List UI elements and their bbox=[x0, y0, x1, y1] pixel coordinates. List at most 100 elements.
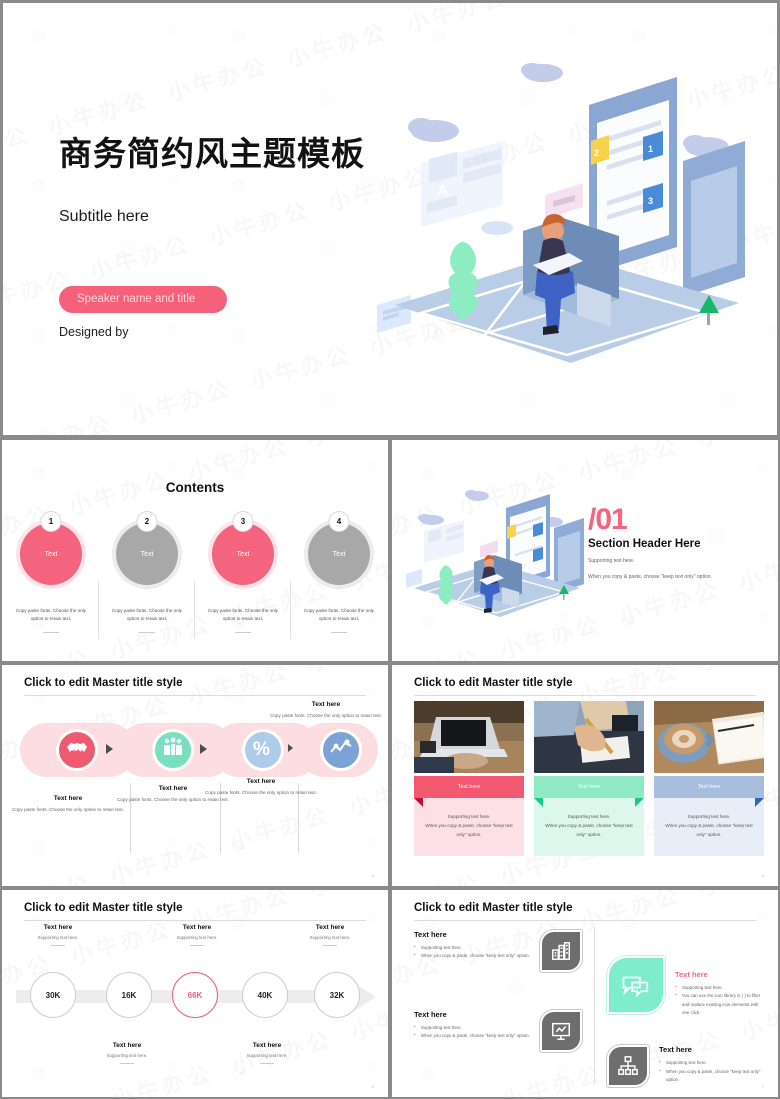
slide-3-section-header[interactable]: 小牛办公 小牛办公 小牛办公 小牛办公 小牛办公 小牛办公 小牛办公 小牛办公 … bbox=[390, 438, 780, 663]
contents-item-2[interactable]: Text 2 Copy paste fonts. Choose the only… bbox=[103, 511, 195, 639]
process-step-3[interactable]: % bbox=[242, 729, 284, 771]
process-step-2[interactable] bbox=[152, 729, 194, 771]
slide-number: 6 bbox=[371, 1084, 374, 1089]
icon-block-text: Text here Supporting text here. You can … bbox=[675, 956, 764, 1017]
process-arrow bbox=[106, 744, 113, 754]
icon-block-3[interactable]: Text here Supporting text here. When you… bbox=[607, 1045, 764, 1088]
card-bar-label: Text here bbox=[534, 776, 644, 807]
contents-circle-row: Text 1 Copy paste fonts. Choose the only… bbox=[2, 511, 388, 639]
contents-number-badge: 1 bbox=[40, 511, 62, 532]
slide-number: 4 bbox=[371, 873, 374, 878]
laptop-desk-photo bbox=[414, 701, 524, 773]
contents-item-4[interactable]: Text 4 Copy paste fonts. Choose the only… bbox=[295, 511, 383, 633]
contents-description: Copy paste fonts. Choose the only option… bbox=[111, 608, 183, 621]
column-separator bbox=[594, 926, 595, 1085]
contents-item-3[interactable]: Text 3 Copy paste fonts. Choose the only… bbox=[199, 511, 291, 639]
timeline-node-1[interactable]: 30K bbox=[30, 972, 78, 1018]
bullet: You can use the icon library in ( ) to f… bbox=[675, 991, 764, 1017]
block-bullets: Supporting text here. You can use the ic… bbox=[675, 983, 764, 1017]
timeline-node-5[interactable]: 32K bbox=[314, 972, 362, 1018]
caption-title: Text here bbox=[252, 1042, 282, 1049]
illus-note-1: 1 bbox=[648, 144, 653, 154]
slide-1-title[interactable]: 小牛办公 小牛办公 小牛办公 小牛办公 小牛办公 小牛办公 小牛办公 小牛办公 … bbox=[0, 0, 780, 438]
page-title: 商务简约风主题模板 bbox=[59, 135, 365, 172]
timeline-caption-bottom-1: Text here Supporting text here. bbox=[67, 1042, 187, 1064]
coffee-notebook-photo bbox=[654, 701, 764, 773]
card-bar-label: Text here bbox=[654, 776, 764, 807]
card-line-1: Supporting text here. bbox=[567, 814, 611, 819]
section-isometric-illustration bbox=[406, 486, 596, 626]
process-caption-3: Text here Copy paste fonts. Choose the o… bbox=[205, 778, 317, 797]
contents-circle: Text bbox=[212, 523, 274, 585]
caption-desc: Copy paste fonts. Choose the only option… bbox=[117, 797, 229, 802]
timeline-value: 66K bbox=[172, 972, 218, 1018]
illus-note-2: 2 bbox=[594, 148, 599, 158]
title-divider bbox=[24, 920, 366, 921]
block-title: Text here bbox=[675, 970, 708, 979]
svg-text:%: % bbox=[253, 739, 270, 760]
caption-desc: Supporting text here. bbox=[246, 1053, 288, 1058]
process-caption-4: Text here Copy paste fonts. Choose the o… bbox=[270, 701, 382, 720]
trend-chart-icon bbox=[329, 736, 353, 765]
contents-circle: Text bbox=[20, 523, 82, 585]
timeline-track: 30K 16K 66K 40K 32K bbox=[2, 970, 388, 1022]
divider bbox=[139, 631, 155, 633]
card-bar-label: Text here bbox=[414, 776, 524, 807]
slide-2-contents[interactable]: 小牛办公 小牛办公 小牛办公 小牛办公 小牛办公 小牛办公 小牛办公 小牛办公 … bbox=[0, 438, 390, 663]
icon-block-2[interactable]: Text here Supporting text here. When you… bbox=[414, 1010, 582, 1052]
slide-number: 5 bbox=[761, 873, 764, 878]
contents-circle: Text bbox=[116, 523, 178, 585]
bullet: Supporting text here. bbox=[414, 943, 530, 952]
caption-title: Text here bbox=[246, 778, 276, 785]
page-title: Click to edit Master title style bbox=[414, 902, 573, 914]
slide-5-photo-cards[interactable]: 小牛办公 小牛办公 小牛办公 小牛办公 小牛办公 小牛办公 小牛办公 小牛办公 … bbox=[390, 663, 780, 888]
bullet: When you copy & paste, choose "keep text… bbox=[659, 1067, 764, 1085]
speaker-pill[interactable]: Speaker name and title bbox=[59, 285, 227, 313]
photo-card-1[interactable]: Text here Supporting text here. When you… bbox=[414, 701, 524, 856]
card-line-3: only" option. bbox=[576, 832, 602, 838]
icon-block-1[interactable]: Text here Supporting text here. When you… bbox=[414, 930, 582, 972]
timeline-node-3[interactable]: 66K bbox=[172, 972, 220, 1018]
icon-block-highlight[interactable]: Text here Supporting text here. You can … bbox=[607, 956, 764, 1017]
contents-description: Copy paste fonts. Choose the only option… bbox=[15, 608, 87, 621]
designed-by-label: Designed by bbox=[59, 324, 129, 339]
caption-desc: Copy paste fonts. Choose the only option… bbox=[270, 713, 382, 718]
team-icon bbox=[161, 736, 185, 765]
slide-number: 7 bbox=[761, 1084, 764, 1089]
process-step-4[interactable] bbox=[320, 729, 362, 771]
section-supporting-2: When you copy & paste, choose "keep text… bbox=[588, 574, 712, 580]
contents-number-badge: 3 bbox=[232, 511, 254, 532]
card-line-1: Supporting text here. bbox=[687, 814, 731, 819]
contents-item-1[interactable]: Text 1 Copy paste fonts. Choose the only… bbox=[7, 511, 99, 639]
card-line-2: When you copy & paste, choose "keep text bbox=[665, 823, 753, 829]
caption-title: Text here bbox=[182, 924, 212, 931]
timeline-node-4[interactable]: 40K bbox=[242, 972, 290, 1018]
slide7-left-column: Text here Supporting text here. When you… bbox=[414, 926, 582, 1085]
icon-block-text: Text here Supporting text here. When you… bbox=[414, 930, 530, 961]
caption-desc: Supporting text here. bbox=[176, 935, 218, 940]
caption-title: Text here bbox=[43, 924, 73, 931]
photo-card-2[interactable]: Text here Supporting text here. When you… bbox=[534, 701, 644, 856]
bullet: Supporting text here. bbox=[675, 983, 764, 992]
slide-6-timeline[interactable]: 小牛办公 小牛办公 小牛办公 小牛办公 小牛办公 小牛办公 小牛办公 小牛办公 … bbox=[0, 888, 390, 1099]
slide-7-icon-blocks[interactable]: 小牛办公 小牛办公 小牛办公 小牛办公 小牛办公 小牛办公 小牛办公 小牛办公 … bbox=[390, 888, 780, 1099]
handshake-icon bbox=[65, 736, 89, 765]
divider bbox=[43, 631, 59, 633]
page-title: Click to edit Master title style bbox=[24, 677, 183, 689]
slide-4-process[interactable]: 小牛办公 小牛办公 小牛办公 小牛办公 小牛办公 小牛办公 小牛办公 小牛办公 … bbox=[0, 663, 390, 888]
timeline-node-2[interactable]: 16K bbox=[106, 972, 154, 1018]
photo-card-3[interactable]: Text here Supporting text here. When you… bbox=[654, 701, 764, 856]
divider bbox=[235, 631, 251, 633]
percent-icon: % bbox=[251, 736, 275, 765]
timeline-value: 32K bbox=[314, 972, 360, 1018]
process-step-1[interactable] bbox=[56, 729, 98, 771]
card-line-1: Supporting text here. bbox=[447, 814, 491, 819]
contents-number-badge: 2 bbox=[136, 511, 158, 532]
contents-number-badge: 4 bbox=[328, 511, 350, 532]
block-title: Text here bbox=[414, 930, 447, 939]
card-line-2: When you copy & paste, choose "keep text bbox=[425, 823, 513, 829]
title-divider bbox=[24, 695, 366, 696]
timeline-caption-top-3: Text here Supporting text here. bbox=[270, 924, 388, 946]
timeline-caption-bottom-2: Text here Supporting text here. bbox=[207, 1042, 327, 1064]
timeline-caption-top-2: Text here Supporting text here. bbox=[137, 924, 257, 946]
